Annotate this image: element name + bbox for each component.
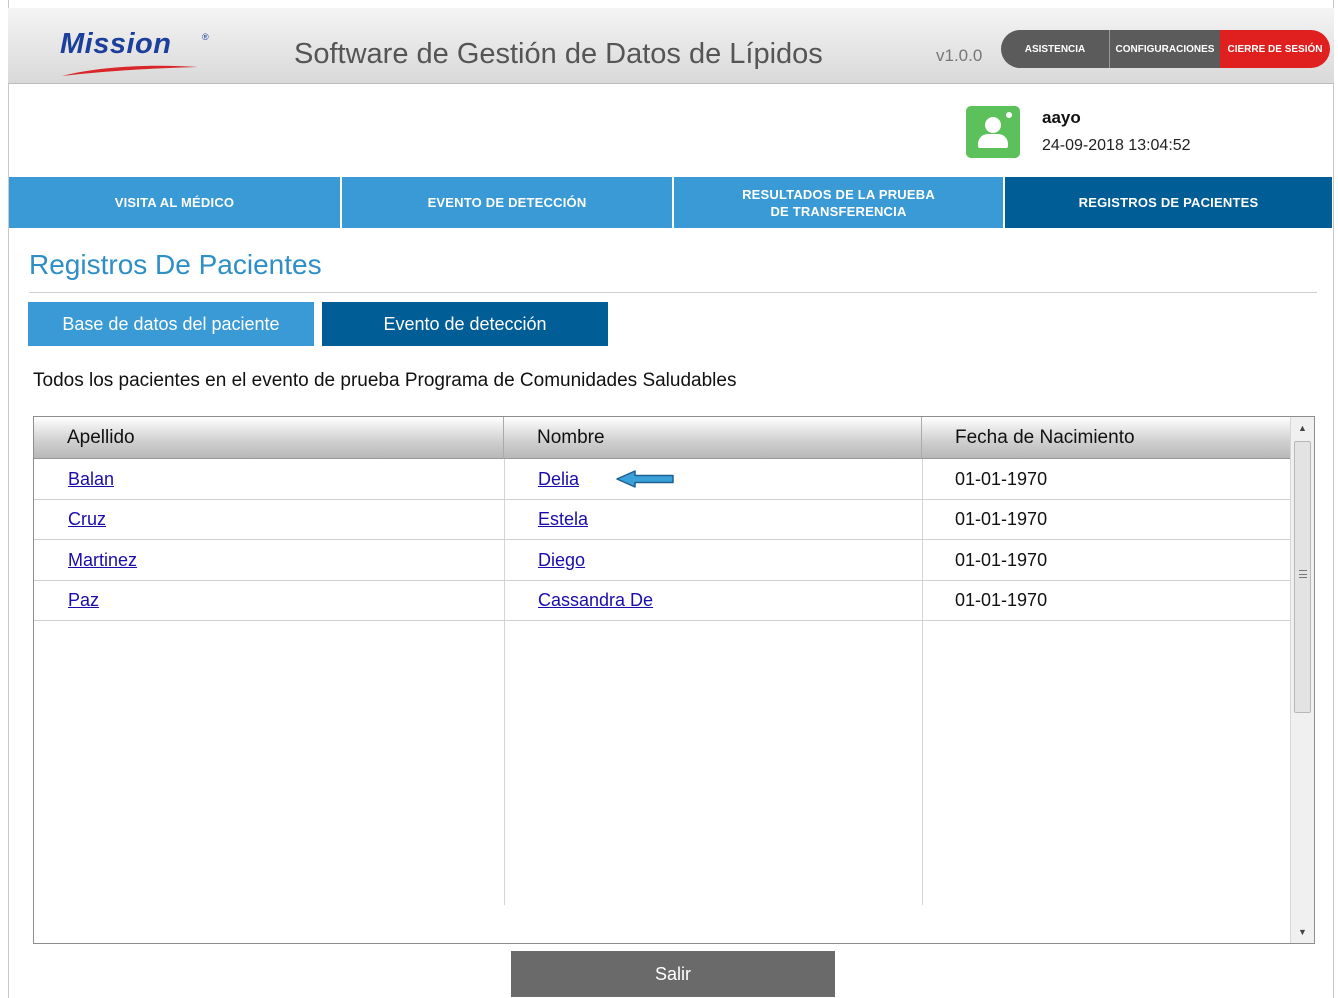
patient-name-link[interactable]: Diego [538,550,585,571]
cell-nombre: Delia [504,459,922,499]
cell-fecha: 01-01-1970 [955,468,1048,489]
header-actions: ASISTENCIA CONFIGURACIONES CIERRE DE SES… [1001,30,1330,68]
patient-name-link[interactable]: Delia [538,469,579,490]
scroll-up-icon[interactable]: ▲ [1291,417,1314,439]
scroll-down-icon[interactable]: ▼ [1291,921,1314,943]
nav-doctor-visit[interactable]: VISITA AL MÉDICO [9,177,340,228]
exit-button[interactable]: Salir [511,951,835,997]
cell-fecha: 01-01-1970 [955,509,1048,529]
nav-transfer-results[interactable]: RESULTADOS DE LA PRUEBA DE TRANSFERENCIA [672,177,1003,228]
page-title: Registros De Pacientes [29,249,322,280]
grip-icon [1299,570,1307,578]
scroll-thumb[interactable] [1294,441,1311,713]
cell-fecha: 01-01-1970 [955,590,1048,610]
logo-text: Mission [60,28,172,60]
nav-detection-event[interactable]: EVENTO DE DETECCIÓN [340,177,672,228]
main-nav: VISITA AL MÉDICO EVENTO DE DETECCIÓN RES… [9,177,1332,228]
settings-button[interactable]: CONFIGURACIONES [1109,30,1220,68]
avatar-status-dot [1006,112,1012,118]
cell-apellido: Cruz [34,500,504,540]
patient-name-link[interactable]: Estela [538,509,588,530]
table-body: Balan Delia 01-01-1970 Cruz Estela 01-01… [34,459,1290,621]
version-label: v1.0.0 [936,46,983,65]
cell-apellido: Balan [34,459,504,499]
patient-surname-link[interactable]: Balan [68,469,114,490]
table-row: Balan Delia 01-01-1970 [34,459,1290,500]
table-scrollbar[interactable]: ▲ ▼ [1290,417,1314,943]
patient-surname-link[interactable]: Martinez [68,550,137,571]
avatar-body [978,134,1008,148]
nav-patient-records[interactable]: REGISTROS DE PACIENTES [1003,177,1332,228]
table-row: Cruz Estela 01-01-1970 [34,500,1290,540]
event-description: Todos los pacientes en el evento de prue… [33,370,737,391]
cell-fecha: 01-01-1970 [955,549,1048,570]
patients-table: Apellido Nombre Fecha de Nacimiento Bala… [33,416,1315,944]
app-title: Software de Gestión de Datos de Lípidos [294,38,823,70]
logo-swoosh-icon [62,65,198,76]
cell-nombre: Cassandra De [504,581,922,621]
patient-name-link[interactable]: Cassandra De [538,590,653,611]
logout-button[interactable]: CIERRE DE SESIÓN [1220,30,1330,68]
title-divider [29,292,1317,293]
mission-logo: Mission ® [60,28,210,80]
cell-nombre: Estela [504,500,922,540]
tab-detection-event[interactable]: Evento de detección [322,302,608,346]
logo-registered-mark: ® [202,32,209,42]
current-datetime: 24-09-2018 13:04:52 [1042,137,1191,154]
column-header-nombre[interactable]: Nombre [504,417,922,459]
user-avatar-icon [966,106,1020,158]
cell-apellido: Martinez [34,540,504,580]
column-header-apellido[interactable]: Apellido [34,417,504,459]
tab-patient-database[interactable]: Base de datos del paciente [28,302,314,346]
patient-surname-link[interactable]: Paz [68,590,99,611]
app-header: Mission ® Software de Gestión de Datos d… [8,8,1334,84]
patient-surname-link[interactable]: Cruz [68,509,106,530]
username: aayo [1042,108,1081,127]
cell-nombre: Diego [504,540,922,580]
column-header-fecha[interactable]: Fecha de Nacimiento [922,417,1290,459]
cell-apellido: Paz [34,581,504,621]
assistance-button[interactable]: ASISTENCIA [1001,30,1109,68]
table-row: Paz Cassandra De 01-01-1970 [34,581,1290,621]
table-row: Martinez Diego 01-01-1970 [34,540,1290,581]
left-arrow-icon [615,469,677,489]
table-header: Apellido Nombre Fecha de Nacimiento [34,417,1290,459]
avatar-head [985,117,1001,133]
